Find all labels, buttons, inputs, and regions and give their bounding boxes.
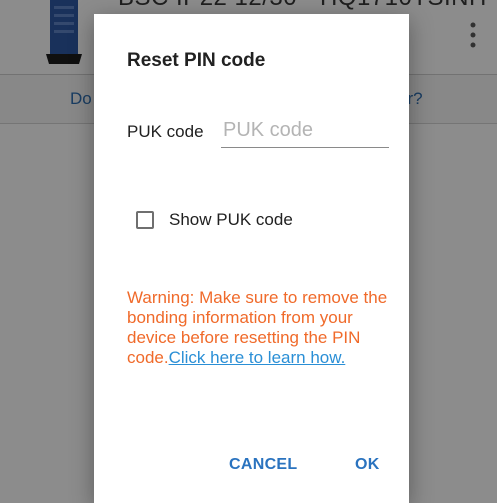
show-puk-checkbox[interactable]	[136, 211, 154, 229]
learn-how-link[interactable]: Click here to learn how.	[169, 348, 346, 367]
dialog-title: Reset PIN code	[127, 50, 266, 71]
warning-message: Warning: Make sure to remove the bonding…	[127, 288, 399, 368]
ok-button[interactable]: OK	[355, 456, 380, 474]
show-puk-label: Show PUK code	[169, 210, 293, 229]
cancel-button[interactable]: CANCEL	[229, 456, 297, 474]
screen: BSC IP22 12/30 - HQ1710TSINH Do or? Rese…	[0, 0, 497, 503]
reset-pin-dialog: Reset PIN code PUK code Show PUK code Wa…	[94, 14, 409, 503]
puk-code-input[interactable]	[221, 114, 389, 148]
puk-code-label: PUK code	[127, 122, 204, 141]
show-puk-toggle[interactable]: Show PUK code	[136, 210, 293, 230]
